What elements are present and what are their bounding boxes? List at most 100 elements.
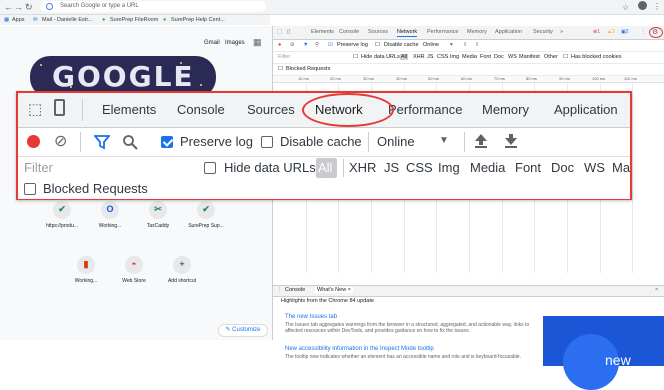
type-other[interactable]: Other: [544, 54, 558, 60]
type-doc[interactable]: Doc: [494, 54, 504, 60]
disable-cache-checkbox[interactable]: ☐: [375, 42, 380, 48]
search-icon[interactable]: [122, 134, 138, 150]
warning-count[interactable]: ▲2: [607, 29, 615, 35]
filter-icon[interactable]: [94, 134, 110, 150]
clear-icon[interactable]: ⊘: [290, 42, 295, 48]
tab-network[interactable]: Network: [397, 29, 418, 37]
apps-launcher-icon[interactable]: ▦: [253, 37, 262, 48]
type-xhr[interactable]: XHR: [349, 160, 376, 175]
whats-new-item[interactable]: The new Issues tab The Issues tab aggreg…: [285, 314, 535, 334]
reload-icon[interactable]: ↻: [25, 2, 33, 13]
clear-icon[interactable]: ⊘: [54, 131, 67, 151]
drawer-tab-whats-new[interactable]: What's New ×: [315, 287, 353, 293]
type-media[interactable]: Media: [470, 160, 505, 175]
disable-cache-checkbox[interactable]: [261, 136, 273, 148]
shortcut-tile[interactable]: ▮ Working...: [66, 256, 106, 284]
tab-performance[interactable]: Performance: [388, 102, 462, 117]
tab-application[interactable]: Application: [554, 102, 618, 117]
import-icon[interactable]: ⇧: [463, 42, 468, 48]
whats-new-item[interactable]: New accessibility information in the Ins…: [285, 346, 535, 360]
drawer-menu-icon[interactable]: ⋮: [277, 287, 283, 293]
chevron-down-icon[interactable]: ▼: [439, 135, 449, 146]
more-options-icon[interactable]: ⋮: [641, 29, 646, 35]
type-media[interactable]: Media: [462, 54, 477, 60]
type-manifest[interactable]: Mar: [612, 160, 630, 175]
type-img[interactable]: Img: [450, 54, 459, 60]
profile-avatar[interactable]: [638, 1, 647, 10]
tab-memory[interactable]: Memory: [467, 29, 487, 35]
type-xhr[interactable]: XHR: [413, 54, 425, 60]
search-icon[interactable]: ⚲: [315, 42, 319, 48]
back-icon[interactable]: ←: [4, 2, 13, 12]
type-js[interactable]: JS: [384, 160, 399, 175]
tab-application[interactable]: Application: [495, 29, 522, 35]
filter-input[interactable]: Filter: [278, 54, 290, 60]
add-shortcut-tile[interactable]: + Add shortcut: [162, 256, 202, 284]
type-manifest[interactable]: Manifest: [519, 54, 540, 60]
throttle-select[interactable]: Online: [377, 134, 415, 149]
bookmark-star-icon[interactable]: ☆: [622, 3, 629, 12]
type-all[interactable]: All: [318, 160, 332, 175]
type-css[interactable]: CSS: [437, 54, 448, 60]
type-ws[interactable]: WS: [584, 160, 605, 175]
type-ws[interactable]: WS: [508, 54, 517, 60]
record-icon[interactable]: [27, 135, 40, 148]
type-font[interactable]: Font: [480, 54, 491, 60]
apps-grid-icon[interactable]: ▦: [4, 17, 9, 23]
tab-memory[interactable]: Memory: [482, 102, 529, 117]
type-font[interactable]: Font: [515, 160, 541, 175]
customize-button[interactable]: ✎ Customize: [218, 324, 268, 337]
gear-icon[interactable]: ⚙: [652, 28, 658, 36]
filter-icon[interactable]: ▼: [303, 42, 308, 48]
device-toolbar-icon[interactable]: [54, 99, 65, 116]
shortcut-tile[interactable]: ✔ https://produ...: [42, 201, 82, 229]
tab-security[interactable]: Security: [533, 29, 553, 35]
bookmark-help-center[interactable]: SurePrep Help Cent...: [171, 17, 225, 23]
device-icon[interactable]: ▯: [287, 29, 290, 35]
export-icon[interactable]: ⇩: [475, 42, 480, 48]
import-har-icon[interactable]: [474, 133, 488, 149]
hide-data-urls-checkbox[interactable]: [204, 162, 216, 174]
preserve-log-checkbox[interactable]: [161, 136, 173, 148]
type-img[interactable]: Img: [438, 160, 460, 175]
type-css[interactable]: CSS: [406, 160, 433, 175]
type-doc[interactable]: Doc: [551, 160, 574, 175]
tab-elements[interactable]: Elements: [311, 29, 334, 35]
close-drawer-icon[interactable]: ×: [655, 287, 658, 293]
forward-icon[interactable]: →: [14, 2, 23, 12]
export-har-icon[interactable]: [504, 133, 518, 149]
whats-new-video-thumbnail[interactable]: new: [543, 316, 664, 390]
drawer-tab-console[interactable]: Console: [285, 287, 305, 293]
bookmark-mail[interactable]: Mail - Danielle Estr...: [42, 17, 92, 23]
throttle-select[interactable]: Online: [423, 42, 439, 48]
shortcut-tile[interactable]: ✔ SurePrep Sup...: [186, 201, 226, 229]
shortcut-tile[interactable]: ◓ Web Store: [114, 256, 154, 284]
tab-elements[interactable]: Elements: [102, 102, 156, 117]
type-all[interactable]: All: [400, 54, 409, 60]
shortcut-tile[interactable]: ✂ TaxCaddy: [138, 201, 178, 229]
shortcut-tile[interactable]: O Working...: [90, 201, 130, 229]
more-tabs-icon[interactable]: »: [560, 29, 563, 35]
tab-sources[interactable]: Sources: [368, 29, 388, 35]
blocked-cookies-checkbox[interactable]: ☐: [563, 54, 568, 60]
blocked-requests-checkbox[interactable]: [24, 183, 36, 195]
tab-console[interactable]: Console: [177, 102, 225, 117]
info-count[interactable]: ▣2: [621, 29, 629, 35]
type-js[interactable]: JS: [427, 54, 433, 60]
filter-input[interactable]: Filter: [20, 157, 192, 179]
tab-sources[interactable]: Sources: [247, 102, 295, 117]
bookmark-apps[interactable]: Apps: [12, 17, 25, 23]
whats-new-heading[interactable]: The new Issues tab: [285, 314, 535, 320]
browser-menu-icon[interactable]: ⋮: [653, 2, 661, 11]
inspect-element-icon[interactable]: ⬚: [28, 100, 42, 118]
inspect-icon[interactable]: ⬚: [277, 29, 282, 35]
tab-console[interactable]: Console: [339, 29, 359, 35]
bookmark-fileroom[interactable]: SurePrep FileRoom: [110, 17, 158, 23]
record-icon[interactable]: ●: [278, 42, 281, 48]
whats-new-heading[interactable]: New accessibility information in the Ins…: [285, 346, 535, 352]
blocked-requests-checkbox[interactable]: ☐: [278, 66, 283, 72]
gmail-link[interactable]: Gmail: [204, 40, 220, 46]
hide-data-urls-checkbox[interactable]: ☐: [353, 54, 358, 60]
error-count[interactable]: ⊗1: [593, 29, 600, 35]
timeline-ruler[interactable]: 10 ms 20 ms 30 ms 40 ms 50 ms 60 ms 70 ms 80 ms…: [273, 76, 664, 83]
